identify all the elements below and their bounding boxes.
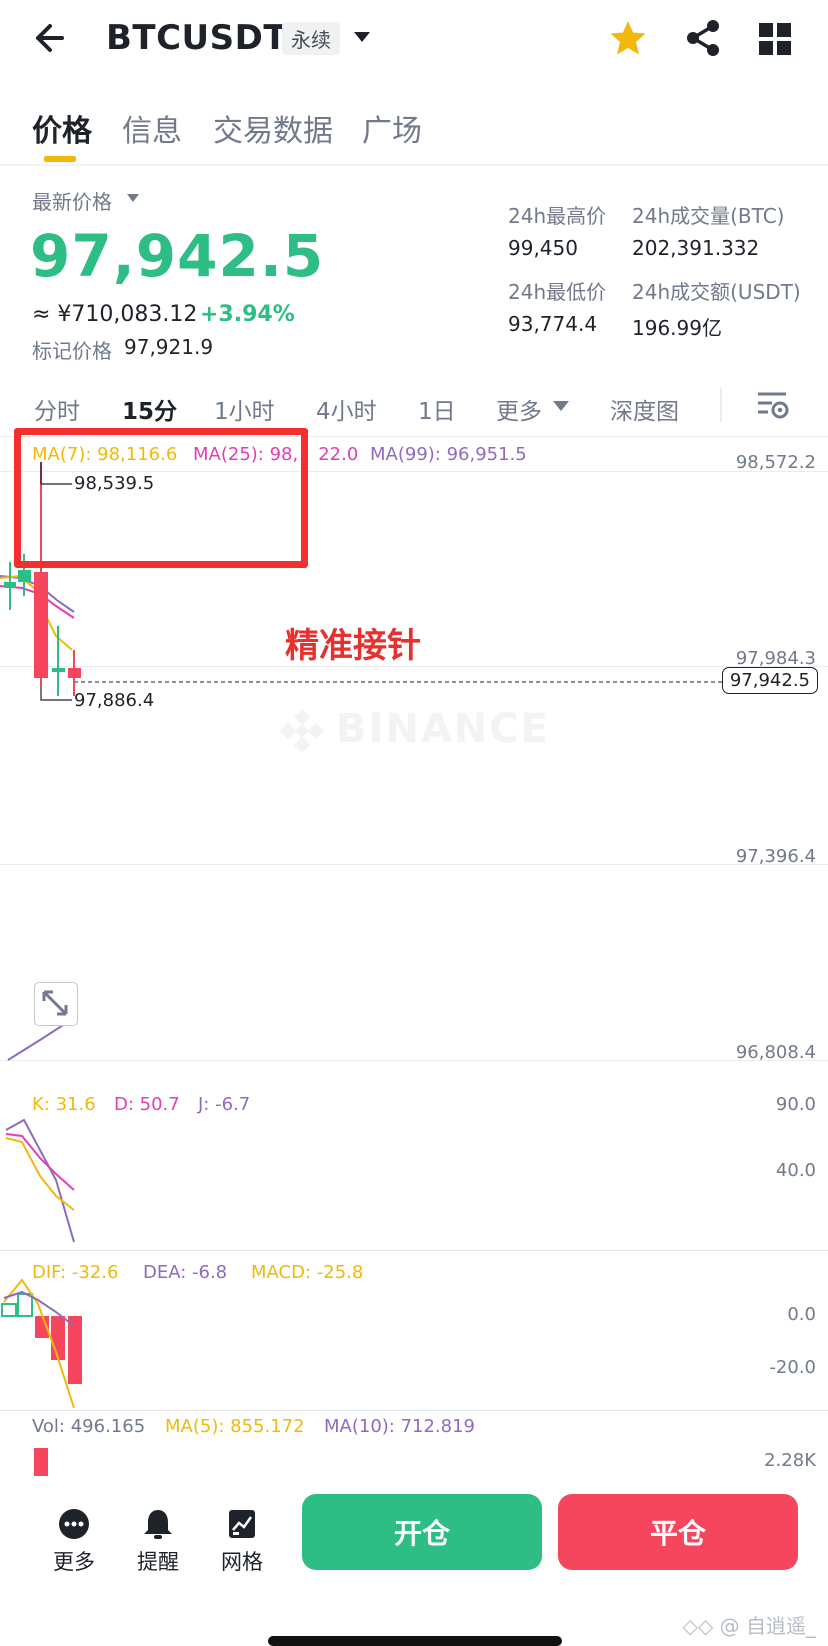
tab-info[interactable]: 信息 — [122, 106, 182, 150]
expand-chart-button[interactable] — [34, 982, 78, 1026]
current-price-tag: 97,942.5 — [721, 667, 818, 694]
latest-price-label[interactable]: 最新价格 — [32, 186, 112, 215]
kdj-plot — [5, 1118, 75, 1243]
highlight-box — [14, 428, 308, 568]
pane-divider — [0, 1250, 828, 1251]
low-24h-value: 93,774.4 — [508, 312, 598, 336]
low-24h-label: 24h最低价 — [508, 280, 607, 304]
more-icon — [59, 1509, 89, 1539]
macd-bar — [1, 1303, 17, 1317]
macd-bar — [51, 1316, 65, 1360]
symbol-title[interactable]: BTCUSDT — [106, 18, 287, 58]
kdj-j-label: J: -6.7 — [198, 1094, 251, 1115]
macd-bar — [17, 1293, 33, 1317]
caret-down-icon[interactable] — [126, 193, 140, 203]
open-position-button[interactable]: 开仓 — [302, 1494, 542, 1570]
macd-dea-label: DEA: -6.8 — [143, 1262, 228, 1283]
high-24h-label: 24h最高价 — [508, 204, 607, 228]
candle — [34, 572, 48, 678]
volume-ma10-label: MA(10): 712.819 — [324, 1416, 476, 1437]
interval-line[interactable]: 分时 — [34, 392, 80, 426]
grid-bot-label: 网格 — [221, 1550, 263, 1574]
volume-axis-label: 2.28K — [764, 1450, 816, 1471]
low-marker-label: 97,886.4 — [74, 690, 155, 711]
candle — [52, 668, 65, 672]
macd-plot — [1, 1278, 82, 1409]
tab-trading-data[interactable]: 交易数据 — [213, 106, 333, 150]
caret-down-icon[interactable] — [352, 30, 372, 44]
macd-axis-label: -20.0 — [769, 1357, 816, 1378]
macd-value-label: MACD: -25.8 — [251, 1262, 364, 1283]
annotation-text: 精准接针 — [285, 626, 421, 666]
high-24h-value: 99,450 — [508, 236, 578, 260]
divider — [720, 388, 722, 422]
close-position-button[interactable]: 平仓 — [558, 1494, 798, 1570]
interval-15m[interactable]: 15分 — [122, 392, 177, 426]
depth-chart-tab[interactable]: 深度图 — [610, 392, 679, 426]
candle — [18, 570, 31, 582]
volume-ma5-label: MA(5): 855.172 — [165, 1416, 305, 1437]
share-icon[interactable] — [683, 18, 723, 58]
interval-4h[interactable]: 4小时 — [316, 392, 377, 426]
more-label: 更多 — [53, 1550, 95, 1574]
alert-label: 提醒 — [137, 1550, 179, 1574]
source-credit: ◇◇ @ 自逍遥_ — [682, 1614, 816, 1638]
volume-btc-value: 202,391.332 — [632, 236, 760, 260]
pane-divider — [0, 1410, 828, 1411]
caret-down-icon[interactable] — [552, 400, 570, 412]
change-percent: +3.94% — [200, 302, 295, 327]
low-marker-line — [40, 686, 72, 701]
grid-bot-button[interactable]: 网格 — [206, 1508, 278, 1576]
candle — [68, 668, 81, 678]
mark-price-label: 标记价格 — [32, 339, 112, 363]
interval-1h[interactable]: 1小时 — [214, 392, 275, 426]
kdj-d-label: D: 50.7 — [114, 1094, 180, 1115]
more-button[interactable]: 更多 — [38, 1508, 110, 1576]
volume-label: Vol: 496.165 — [32, 1416, 146, 1437]
divider — [0, 164, 828, 166]
kdj-d-line — [5, 1133, 75, 1191]
back-arrow-icon[interactable] — [30, 16, 78, 60]
macd-axis-label: 0.0 — [787, 1304, 816, 1325]
bell-icon — [144, 1510, 172, 1539]
chart-settings-icon[interactable] — [756, 390, 790, 420]
mark-price-value: 97,921.9 — [124, 335, 214, 359]
cny-price: ≈ ¥710,083.12 — [32, 302, 198, 327]
perpetual-badge: 永续 — [282, 22, 340, 55]
last-price: 97,942.5 — [30, 222, 325, 290]
kdj-axis-label: 90.0 — [775, 1094, 816, 1115]
grid-icon[interactable] — [758, 22, 792, 56]
candle — [4, 582, 16, 588]
macd-bar — [68, 1316, 82, 1384]
alert-button[interactable]: 提醒 — [122, 1508, 194, 1576]
turnover-usdt-value: 196.99亿 — [632, 316, 722, 340]
volume-bar — [34, 1448, 48, 1476]
turnover-usdt-label: 24h成交额(USDT) — [632, 280, 801, 304]
tab-square[interactable]: 广场 — [362, 106, 422, 150]
interval-1d[interactable]: 1日 — [418, 392, 456, 426]
candlestick-plot — [0, 462, 726, 1061]
active-tab-indicator — [44, 156, 76, 162]
interval-more[interactable]: 更多 — [496, 392, 542, 426]
star-icon[interactable] — [608, 18, 648, 58]
home-indicator[interactable] — [268, 1636, 562, 1646]
grid-bot-icon — [229, 1510, 255, 1538]
volume-btc-label: 24h成交量(BTC) — [632, 204, 785, 228]
tab-price[interactable]: 价格 — [32, 106, 92, 150]
expand-icon — [42, 990, 68, 1016]
kdj-axis-label: 40.0 — [775, 1160, 816, 1181]
